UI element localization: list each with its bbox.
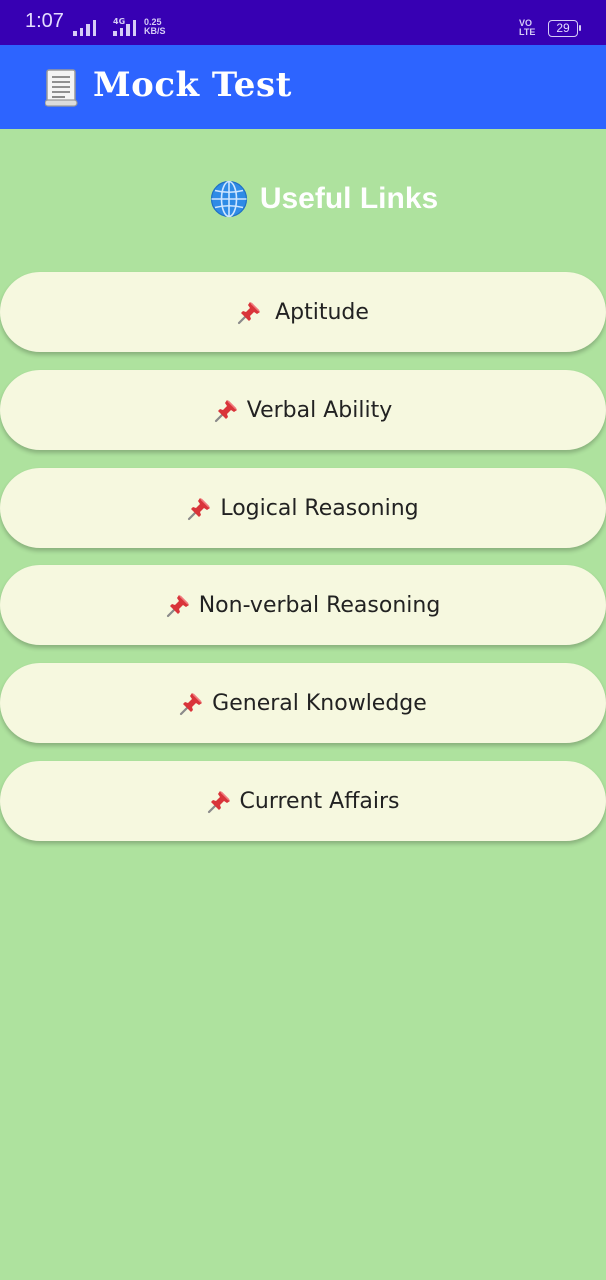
app-title: Mock Test bbox=[93, 65, 292, 105]
link-label: Non-verbal Reasoning bbox=[198, 592, 441, 618]
link-button-non-verbal-reasoning[interactable]: Non-verbal Reasoning bbox=[0, 565, 606, 645]
status-time: 1:07 bbox=[25, 10, 64, 32]
network-speed: 0.25 KB/S bbox=[144, 17, 166, 36]
link-label: Current Affairs bbox=[239, 788, 400, 814]
battery-icon: 29 bbox=[548, 20, 581, 37]
status-bar: 1:07 4G 0.25 KB/S VO LTE 29 bbox=[0, 0, 606, 45]
pushpin-icon bbox=[214, 400, 237, 423]
app-bar: Mock Test bbox=[0, 45, 606, 129]
link-label: General Knowledge bbox=[212, 690, 427, 716]
pushpin-icon bbox=[237, 302, 261, 325]
link-label: Logical Reasoning bbox=[220, 495, 419, 521]
link-button-aptitude[interactable]: Aptitude bbox=[0, 272, 606, 352]
useful-links-heading: Useful Links bbox=[0, 180, 606, 218]
pushpin-icon bbox=[166, 595, 189, 618]
volte-indicator: VO LTE bbox=[519, 18, 536, 37]
link-label: Verbal Ability bbox=[246, 397, 393, 423]
pushpin-icon bbox=[188, 498, 211, 521]
pushpin-icon bbox=[207, 791, 230, 814]
scroll-icon bbox=[45, 69, 78, 107]
battery-level: 29 bbox=[556, 21, 570, 35]
link-button-current-affairs[interactable]: Current Affairs bbox=[0, 761, 606, 841]
globe-icon bbox=[210, 180, 247, 218]
signal-strength-4g-icon bbox=[113, 19, 136, 36]
pushpin-icon bbox=[180, 693, 203, 716]
signal-strength-icon bbox=[73, 19, 96, 36]
link-button-logical-reasoning[interactable]: Logical Reasoning bbox=[0, 468, 606, 548]
link-button-verbal-ability[interactable]: Verbal Ability bbox=[0, 370, 606, 450]
link-label: Aptitude bbox=[275, 299, 369, 325]
heading-text: Useful Links bbox=[259, 182, 439, 215]
link-button-general-knowledge[interactable]: General Knowledge bbox=[0, 663, 606, 743]
